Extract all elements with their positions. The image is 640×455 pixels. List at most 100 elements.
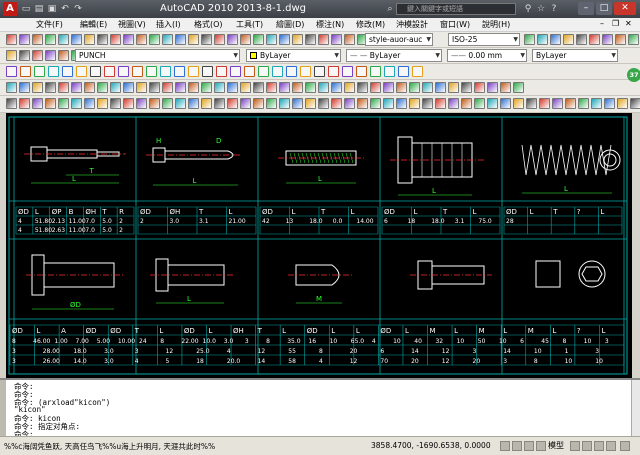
toolbar-tool-icon[interactable] (32, 50, 43, 61)
toolbar-tool-icon[interactable] (383, 82, 394, 93)
toolbar-tool-icon[interactable] (146, 66, 157, 77)
toolbar-tool-icon[interactable] (344, 98, 355, 109)
toolbar-tool-icon[interactable] (318, 98, 329, 109)
color-select[interactable]: ByLayer ▼ (246, 49, 341, 62)
toolbar-tool-icon[interactable] (628, 34, 639, 45)
toolbar-tool-icon[interactable] (279, 34, 290, 45)
linetype-select[interactable]: — — ByLayer ▼ (346, 49, 442, 62)
toolbar-tool-icon[interactable] (230, 66, 241, 77)
toolbar-tool-icon[interactable] (422, 98, 433, 109)
menu-tools[interactable]: 工具(T) (236, 19, 263, 30)
toolbar-tool-icon[interactable] (6, 34, 17, 45)
command-window-grip[interactable] (0, 380, 6, 436)
toolbar-tool-icon[interactable] (97, 98, 108, 109)
toolbar-tool-icon[interactable] (227, 82, 238, 93)
toolbar-tool-icon[interactable] (591, 98, 602, 109)
settings-icon[interactable] (620, 441, 630, 451)
toolbar-tool-icon[interactable] (356, 66, 367, 77)
toolbar-tool-icon[interactable] (331, 98, 342, 109)
toolbar-tool-icon[interactable] (448, 82, 459, 93)
toolbar-tool-icon[interactable] (188, 66, 199, 77)
toolbar-tool-icon[interactable] (175, 34, 186, 45)
search-icon[interactable]: ⌕ (384, 3, 396, 15)
toolbar-tool-icon[interactable] (136, 98, 147, 109)
toolbar-tool-icon[interactable] (32, 82, 43, 93)
toolbar-tool-icon[interactable] (412, 66, 423, 77)
toolbar-tool-icon[interactable] (409, 82, 420, 93)
toolbar-tool-icon[interactable] (48, 66, 59, 77)
toolbar-tool-icon[interactable] (253, 82, 264, 93)
toolbar-tool-icon[interactable] (45, 98, 56, 109)
minimize-button[interactable]: – (578, 2, 594, 15)
toolbar-tool-icon[interactable] (19, 82, 30, 93)
toolbar-tool-icon[interactable] (62, 66, 73, 77)
toolbar-tool-icon[interactable] (305, 34, 316, 45)
save-icon[interactable]: ▣ (46, 3, 58, 15)
toolbar-tool-icon[interactable] (227, 98, 238, 109)
toolbar-tool-icon[interactable] (149, 34, 160, 45)
toolbar-tool-icon[interactable] (20, 66, 31, 77)
toolbar-tool-icon[interactable] (272, 66, 283, 77)
menu-modify[interactable]: 修改(M) (356, 19, 385, 30)
toolbar-tool-icon[interactable] (513, 98, 524, 109)
toolbar-tool-icon[interactable] (370, 82, 381, 93)
model-tab[interactable]: 模型 (548, 440, 564, 451)
toolbar-tool-icon[interactable] (118, 66, 129, 77)
toolbar-tool-icon[interactable] (188, 98, 199, 109)
toolbar-tool-icon[interactable] (314, 66, 325, 77)
toolbar-tool-icon[interactable] (97, 34, 108, 45)
toolbar-tool-icon[interactable] (448, 98, 459, 109)
toolbar-tool-icon[interactable] (104, 66, 115, 77)
toolbar-tool-icon[interactable] (71, 34, 82, 45)
toolbar-tool-icon[interactable] (396, 98, 407, 109)
toolbar-tool-icon[interactable] (487, 82, 498, 93)
toolbar-tool-icon[interactable] (342, 66, 353, 77)
workspace-select[interactable]: PUNCH ▼ (75, 49, 240, 62)
toolbar-tool-icon[interactable] (149, 98, 160, 109)
drawing-canvas[interactable]: L T L H D L L L ØD L M ØD L ØP B ØH T R ØD ØH T L ØD L T L ØD L T L Ø… (6, 113, 632, 378)
redo-icon[interactable]: ↷ (72, 3, 84, 15)
toolbar-tool-icon[interactable] (45, 50, 56, 61)
toolbar-tool-icon[interactable] (398, 66, 409, 77)
toolbar-tool-icon[interactable] (201, 82, 212, 93)
toolbar-tool-icon[interactable] (370, 98, 381, 109)
close-button[interactable]: ✕ (614, 2, 636, 15)
toolbar-tool-icon[interactable] (487, 98, 498, 109)
toolbar-tool-icon[interactable] (300, 66, 311, 77)
toolbar-tool-icon[interactable] (90, 66, 101, 77)
toolbar-tool-icon[interactable] (253, 98, 264, 109)
toolbar-tool-icon[interactable] (58, 98, 69, 109)
toolbar-tool-icon[interactable] (318, 34, 329, 45)
binoculars-icon[interactable]: ⚲ (522, 3, 534, 15)
command-window[interactable]: 命令: 命令: 命令: (arxload"kicon") "kicon" 命令:… (0, 378, 640, 439)
toolbar-tool-icon[interactable] (305, 98, 316, 109)
toolbar-tool-icon[interactable] (175, 98, 186, 109)
toolbar-tool-icon[interactable] (188, 34, 199, 45)
toolbar-tool-icon[interactable] (214, 82, 225, 93)
clean-screen-icon[interactable] (606, 441, 616, 451)
toolbar-tool-icon[interactable] (286, 66, 297, 77)
toolbar-tool-icon[interactable] (331, 34, 342, 45)
toolbar-tool-icon[interactable] (318, 82, 329, 93)
toolbar-tool-icon[interactable] (227, 34, 238, 45)
toolbar-tool-icon[interactable] (328, 66, 339, 77)
toolbar-tool-icon[interactable] (45, 82, 56, 93)
menu-window[interactable]: 窗口(W) (440, 19, 470, 30)
toolbar-tool-icon[interactable] (149, 82, 160, 93)
toolbar-tool-icon[interactable] (71, 98, 82, 109)
toolbar-tool-icon[interactable] (344, 82, 355, 93)
toolbar-tool-icon[interactable] (526, 98, 537, 109)
toolbar-tool-icon[interactable] (6, 82, 17, 93)
toolbar-tool-icon[interactable] (97, 82, 108, 93)
toolbar-tool-icon[interactable] (58, 82, 69, 93)
menu-file[interactable]: 文件(F) (36, 19, 63, 30)
toolbar-tool-icon[interactable] (474, 98, 485, 109)
toolbar-tool-icon[interactable] (617, 98, 628, 109)
lock-icon[interactable] (594, 441, 604, 451)
toolbar-tool-icon[interactable] (292, 34, 303, 45)
toolbar-tool-icon[interactable] (384, 66, 395, 77)
toolbar-tool-icon[interactable] (214, 98, 225, 109)
toolbar-tool-icon[interactable] (409, 98, 420, 109)
toolbar-tool-icon[interactable] (240, 98, 251, 109)
menu-dimension[interactable]: 標注(N) (316, 19, 344, 30)
